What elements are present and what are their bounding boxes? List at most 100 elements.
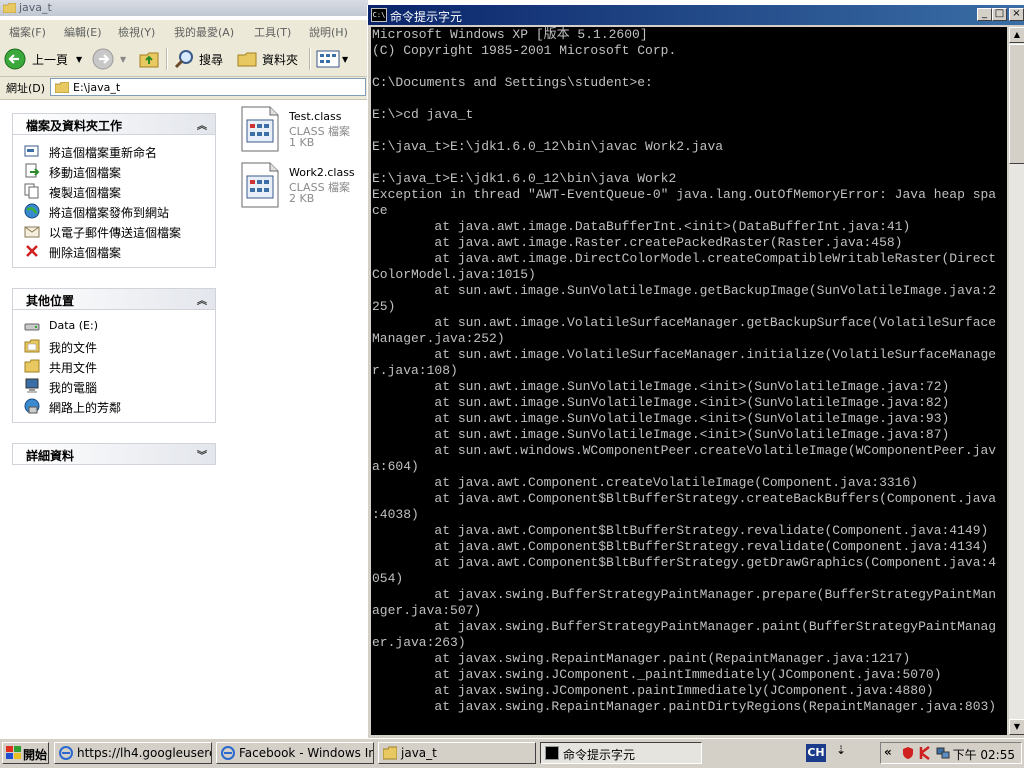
up-folder-icon xyxy=(139,52,159,68)
k-app-icon[interactable] xyxy=(919,746,933,760)
place-drive-e[interactable]: Data (E:) xyxy=(13,316,215,336)
scroll-thumb[interactable] xyxy=(1009,44,1024,164)
back-arrow-icon xyxy=(4,48,26,70)
start-button[interactable]: 開始 xyxy=(2,742,49,764)
address-input[interactable]: E:\java_t xyxy=(50,78,366,96)
collapse-icon[interactable]: ︽ xyxy=(197,292,207,307)
forward-button[interactable]: ▼ xyxy=(92,47,126,71)
taskbar-button-browser-image[interactable]: https://lh4.googleusercont... xyxy=(54,742,212,764)
clock: 下午 02:55 xyxy=(952,748,1015,762)
place-label: Data (E:) xyxy=(49,319,99,332)
close-button[interactable]: × xyxy=(1009,8,1024,21)
folder-icon xyxy=(383,746,397,760)
taskbar-button-java-t[interactable]: java_t xyxy=(378,742,536,764)
task-label: 將這個檔案發佈到網站 xyxy=(49,206,170,220)
other-places-body: Data (E:) 我的文件 共用文件 我的電腦 網路上的芳鄰 xyxy=(12,310,216,423)
vertical-scrollbar[interactable]: ▲ ▼ xyxy=(1009,27,1024,735)
menu-bar: 檔案(F) 編輯(E) 檢視(Y) 我的最愛(A) 工具(T) 說明(H) xyxy=(0,20,368,43)
console-icon xyxy=(545,746,559,760)
place-my-documents[interactable]: 我的文件 xyxy=(13,336,215,356)
collapse-icon[interactable]: ︽ xyxy=(197,117,207,132)
console-icon: C:\ xyxy=(371,8,387,22)
class-file-icon xyxy=(241,162,279,208)
maximize-button[interactable]: □ xyxy=(992,8,1007,21)
network-icon[interactable] xyxy=(936,746,950,760)
file-tasks-header[interactable]: 檔案及資料夾工作 ︽ xyxy=(12,113,216,135)
menu-edit[interactable]: 編輯(E) xyxy=(64,24,102,40)
explorer-title-bar[interactable]: java_t xyxy=(0,0,368,16)
expand-icon[interactable]: ︾ xyxy=(197,447,207,462)
task-delete[interactable]: 刪除這個檔案 xyxy=(13,241,215,261)
minimize-button[interactable]: _ xyxy=(977,8,992,21)
toolbar-separator xyxy=(309,48,311,70)
show-hidden-icons-button[interactable]: « xyxy=(884,745,892,759)
menu-view[interactable]: 檢視(Y) xyxy=(118,24,155,40)
task-rename[interactable]: 將這個檔案重新命名 xyxy=(13,141,215,161)
taskbar-button-facebook[interactable]: Facebook - Windows Inte... xyxy=(216,742,374,764)
place-my-computer[interactable]: 我的電腦 xyxy=(13,376,215,396)
chevron-down-icon[interactable]: ▼ xyxy=(76,55,82,64)
menu-favorites[interactable]: 我的最愛(A) xyxy=(174,24,234,40)
task-label: 將這個檔案重新命名 xyxy=(49,146,158,160)
chevron-down-icon[interactable]: ▼ xyxy=(342,55,348,64)
task-label: 以電子郵件傳送這個檔案 xyxy=(49,226,182,240)
details-title: 詳細資料 xyxy=(26,449,75,463)
task-move[interactable]: 移動這個檔案 xyxy=(13,161,215,181)
other-places-title: 其他位置 xyxy=(26,294,75,308)
console-output[interactable]: Microsoft Windows XP [版本 5.1.2600] (C) C… xyxy=(371,27,1007,735)
task-label: 移動這個檔案 xyxy=(49,166,122,180)
system-tray: « 下午 02:55 xyxy=(880,742,1022,764)
file-tasks-body: 將這個檔案重新命名 移動這個檔案 複製這個檔案 將這個檔案發佈到網站 以電子郵件… xyxy=(12,135,216,268)
folders-button[interactable]: 資料夾 xyxy=(236,47,298,71)
command-prompt-window: C:\ 命令提示字元 _ □ × Microsoft Windows XP [版… xyxy=(367,5,1024,738)
task-pane: 檔案及資料夾工作 ︽ 將這個檔案重新命名 移動這個檔案 複製這個檔案 將這個檔案… xyxy=(0,100,230,738)
up-folder-button[interactable] xyxy=(138,47,160,71)
drive-icon xyxy=(24,323,40,331)
other-places-panel: 其他位置 ︽ Data (E:) 我的文件 共用文件 我的電腦 網路上的芳鄰 xyxy=(12,288,216,423)
place-label: 我的電腦 xyxy=(49,381,98,395)
task-label: 刪除這個檔案 xyxy=(49,246,122,260)
folder-icon xyxy=(55,82,69,93)
task-publish[interactable]: 將這個檔案發佈到網站 xyxy=(13,201,215,221)
ie-icon xyxy=(59,746,73,760)
back-button[interactable]: 上一頁 ▼ xyxy=(4,47,82,71)
menu-help[interactable]: 說明(H) xyxy=(309,24,348,40)
back-label: 上一頁 xyxy=(32,52,69,67)
taskbar-button-command-prompt[interactable]: 命令提示字元 xyxy=(540,742,702,764)
globe-icon xyxy=(24,203,40,219)
menu-file[interactable]: 檔案(F) xyxy=(9,24,46,40)
folder-icon xyxy=(24,339,40,353)
task-email[interactable]: 以電子郵件傳送這個檔案 xyxy=(13,221,215,241)
place-label: 共用文件 xyxy=(49,361,98,375)
details-header[interactable]: 詳細資料 ︾ xyxy=(12,443,216,465)
scroll-down-icon[interactable]: ▼ xyxy=(1009,719,1024,735)
language-bar-icon[interactable]: ⇣ xyxy=(836,743,846,757)
toolbar-separator xyxy=(166,48,168,70)
console-title-bar[interactable]: C:\ 命令提示字元 _ □ × xyxy=(368,5,1024,25)
task-copy[interactable]: 複製這個檔案 xyxy=(13,181,215,201)
start-label: 開始 xyxy=(23,748,48,762)
file-item[interactable]: Test.class CLASS 檔案 1 KB xyxy=(236,100,368,152)
views-button[interactable]: ▼ xyxy=(316,47,348,71)
task-label: 複製這個檔案 xyxy=(49,186,122,200)
file-item[interactable]: Work2.class CLASS 檔案 2 KB xyxy=(236,156,368,208)
place-network[interactable]: 網路上的芳鄰 xyxy=(13,396,215,416)
folder-icon xyxy=(24,359,40,373)
shield-icon[interactable] xyxy=(901,746,915,760)
search-button[interactable]: 搜尋 xyxy=(173,47,223,71)
copy-icon xyxy=(24,183,39,199)
computer-icon xyxy=(25,378,39,393)
place-label: 網路上的芳鄰 xyxy=(49,401,122,415)
chevron-down-icon[interactable]: ▼ xyxy=(120,55,126,64)
other-places-header[interactable]: 其他位置 ︽ xyxy=(12,288,216,310)
file-name: Test.class xyxy=(289,110,342,123)
place-label: 我的文件 xyxy=(49,341,98,355)
menu-tools[interactable]: 工具(T) xyxy=(254,24,291,40)
taskbar-button-label: https://lh4.googleusercont... xyxy=(77,746,211,760)
scroll-up-icon[interactable]: ▲ xyxy=(1009,27,1024,43)
ie-icon xyxy=(221,746,235,760)
forward-arrow-icon xyxy=(92,48,114,70)
ime-indicator[interactable]: CH xyxy=(806,744,826,762)
place-shared-documents[interactable]: 共用文件 xyxy=(13,356,215,376)
address-label: 網址(D) xyxy=(6,82,46,95)
